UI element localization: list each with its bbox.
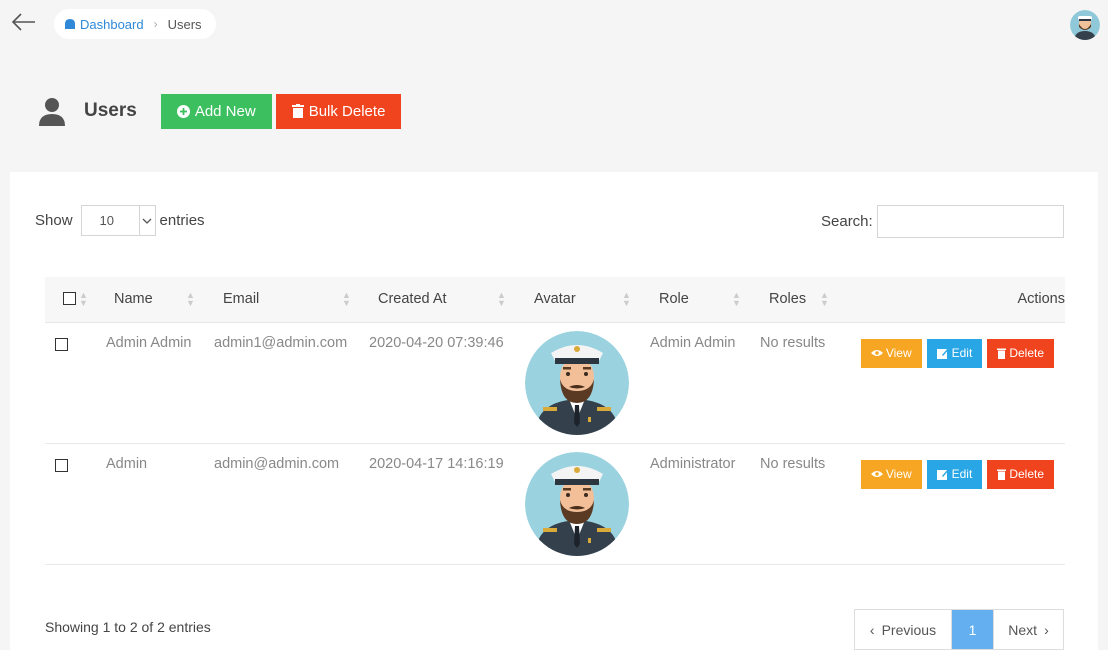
table-row: Admin admin@admin.com 2020-04-17 14:16:1… bbox=[45, 443, 1065, 564]
sort-icon: ▲ ▼ bbox=[622, 290, 631, 308]
cell-actions: View Edit Delete bbox=[848, 443, 1065, 564]
page-length-control: Show 10 entries bbox=[35, 205, 205, 236]
table-header-row: ▲ ▼ Name ▲ ▼ Email ▲ ▼ Created At ▲ ▼ Avatar ▲ ▼ … bbox=[45, 277, 1065, 322]
select-all-header[interactable]: ▲ ▼ bbox=[45, 277, 106, 322]
add-new-button[interactable]: Add New bbox=[160, 93, 272, 129]
delete-button[interactable]: Delete bbox=[987, 338, 1054, 368]
cell-avatar bbox=[525, 322, 650, 443]
chevron-left-icon: ‹ bbox=[869, 621, 875, 638]
delete-button[interactable]: Delete bbox=[987, 459, 1054, 489]
table-info: Showing 1 to 2 of 2 entries bbox=[45, 619, 211, 635]
page-length-value: 10 bbox=[99, 213, 114, 228]
cell-name: Admin Admin bbox=[106, 334, 192, 351]
bulk-delete-button[interactable]: Bulk Delete bbox=[275, 93, 402, 129]
eye-icon bbox=[870, 350, 883, 356]
bulk-delete-label: Bulk Delete bbox=[308, 102, 386, 120]
cell-roles: No results bbox=[760, 334, 826, 351]
cell-created-at: 2020-04-17 14:16:19 bbox=[369, 455, 504, 472]
users-table: ▲ ▼ Name ▲ ▼ Email ▲ ▼ Created At ▲ ▼ Avatar ▲ ▼ … bbox=[45, 277, 1065, 565]
breadcrumb-separator: › bbox=[153, 17, 158, 31]
cell-name: Admin bbox=[106, 455, 148, 472]
page-length-select[interactable]: 10 bbox=[80, 205, 156, 236]
pagination: ‹ Previous 1 Next › bbox=[854, 609, 1064, 650]
trash-icon bbox=[291, 104, 304, 118]
sort-icon: ▲ ▼ bbox=[497, 290, 506, 308]
show-label: Show bbox=[35, 212, 73, 229]
column-header-email[interactable]: Email ▲ ▼ bbox=[214, 277, 369, 322]
edit-button[interactable]: Edit bbox=[926, 459, 983, 489]
view-button[interactable]: View bbox=[860, 338, 922, 368]
cell-roles: No results bbox=[760, 455, 826, 472]
column-header-created-at[interactable]: Created At ▲ ▼ bbox=[369, 277, 525, 322]
eye-icon bbox=[870, 471, 883, 477]
trash-icon bbox=[997, 469, 1007, 480]
chevron-down-icon bbox=[138, 206, 155, 235]
entries-label: entries bbox=[159, 212, 205, 229]
column-header-roles[interactable]: Roles ▲ ▼ bbox=[760, 277, 848, 322]
arrow-left-icon[interactable] bbox=[10, 10, 38, 34]
next-page-button[interactable]: Next › bbox=[993, 610, 1063, 649]
previous-page-button[interactable]: ‹ Previous bbox=[855, 610, 952, 649]
search-label: Search: bbox=[821, 213, 873, 230]
column-header-name[interactable]: Name ▲ ▼ bbox=[106, 277, 214, 322]
cell-actions: View Edit Delete bbox=[848, 322, 1065, 443]
row-checkbox[interactable] bbox=[55, 337, 68, 351]
home-icon bbox=[65, 19, 75, 29]
add-new-label: Add New bbox=[194, 102, 256, 120]
table-row: Admin Admin admin1@admin.com 2020-04-20 … bbox=[45, 322, 1065, 443]
cell-created-at: 2020-04-20 07:39:46 bbox=[369, 334, 504, 351]
cell-role: Administrator bbox=[650, 455, 736, 472]
cell-email: admin1@admin.com bbox=[214, 334, 348, 351]
row-checkbox[interactable] bbox=[55, 458, 68, 472]
captain-avatar bbox=[525, 451, 629, 556]
sort-icon: ▲ ▼ bbox=[732, 290, 741, 308]
edit-icon bbox=[936, 468, 949, 480]
search-control: Search: bbox=[821, 205, 1064, 238]
breadcrumb: Dashboard › Users bbox=[54, 9, 216, 39]
plus-circle-icon bbox=[176, 104, 190, 118]
edit-icon bbox=[936, 347, 949, 359]
captain-avatar bbox=[525, 330, 629, 435]
column-header-avatar[interactable]: Avatar ▲ ▼ bbox=[525, 277, 650, 322]
sort-icon: ▲ ▼ bbox=[186, 290, 195, 308]
sort-icon: ▲ ▼ bbox=[820, 290, 829, 308]
chevron-right-icon: › bbox=[1044, 621, 1049, 638]
top-bar: Dashboard › Users bbox=[0, 0, 1108, 48]
page-1-button[interactable]: 1 bbox=[952, 610, 993, 649]
cell-email: admin@admin.com bbox=[214, 455, 340, 472]
user-icon bbox=[39, 98, 65, 126]
sort-icon: ▲ ▼ bbox=[342, 290, 351, 308]
search-input[interactable] bbox=[876, 205, 1064, 238]
cell-role: Admin Admin bbox=[650, 334, 736, 351]
user-avatar[interactable] bbox=[1070, 10, 1100, 40]
column-header-actions: Actions bbox=[1017, 291, 1065, 308]
page-title: Users bbox=[84, 100, 137, 121]
page-header: Users Add New Bulk Delete bbox=[36, 93, 405, 129]
sort-icon: ▲ ▼ bbox=[79, 290, 88, 308]
breadcrumb-current: Users bbox=[167, 16, 202, 32]
trash-icon bbox=[997, 348, 1007, 359]
cell-avatar bbox=[525, 443, 650, 564]
view-button[interactable]: View bbox=[860, 459, 922, 489]
column-header-role[interactable]: Role ▲ ▼ bbox=[650, 277, 760, 322]
edit-button[interactable]: Edit bbox=[926, 338, 983, 368]
breadcrumb-dashboard-link[interactable]: Dashboard bbox=[80, 17, 144, 32]
select-all-checkbox[interactable] bbox=[63, 292, 76, 306]
